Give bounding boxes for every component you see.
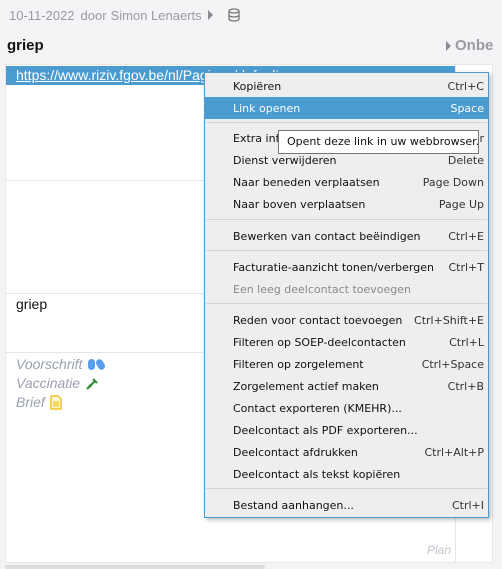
menu-item-label: Deelcontact als tekst kopiëren xyxy=(233,467,401,481)
menu-separator xyxy=(206,250,487,251)
menu-item-label: Reden voor contact toevoegen xyxy=(233,313,403,327)
menu-separator xyxy=(206,303,487,304)
menu-item-label: Kopiëren xyxy=(233,79,282,93)
menu-item-label: Contact exporteren (KMEHR)... xyxy=(233,401,402,415)
link-vaccinatie[interactable]: Vaccinatie xyxy=(16,374,105,393)
menu-item-label: Filteren op zorgelement xyxy=(233,357,364,371)
diagnosis-text[interactable]: griep xyxy=(16,296,47,312)
menu-item-label: Bewerken van contact beëindigen xyxy=(233,229,421,243)
expand-arrow-icon[interactable] xyxy=(207,10,213,20)
menu-item-shortcut: Ctrl+L xyxy=(449,335,484,349)
menu-item[interactable]: Naar beneden verplaatsen Page Down xyxy=(205,171,488,193)
menu-item-shortcut: Ctrl+C xyxy=(447,79,484,93)
menu-item[interactable]: Zorgelement actief maken Ctrl+B xyxy=(205,375,488,397)
menu-item[interactable]: Deelcontact afdrukken Ctrl+Alt+P xyxy=(205,441,488,463)
menu-item-label: Link openen xyxy=(233,101,301,115)
menu-item[interactable]: Naar boven verplaatsen Page Up xyxy=(205,193,488,215)
menu-item-shortcut: Space xyxy=(450,101,484,115)
menu-item-shortcut: Ctrl+Shift+E xyxy=(414,313,484,327)
tooltip: Opent deze link in uw webbrowser. xyxy=(278,130,479,154)
author[interactable]: Simon Lenaerts xyxy=(111,8,202,23)
menu-item-label: Deelcontact afdrukken xyxy=(233,445,358,459)
menu-item-label: Facturatie-aanzicht tonen/verbergen xyxy=(233,260,434,274)
contact-date: 10-11-2022 xyxy=(9,7,75,23)
menu-item-label: Een leeg deelcontact toevoegen xyxy=(233,282,412,296)
syringe-icon xyxy=(86,377,98,390)
plan-label: Plan xyxy=(427,543,452,557)
expand-arrow-icon xyxy=(446,40,451,51)
menu-item-shortcut: Ctrl+E xyxy=(448,229,484,243)
right-panel-header[interactable]: Onbe xyxy=(446,37,493,54)
menu-item-shortcut: Page Down xyxy=(422,175,484,189)
menu-item[interactable]: Facturatie-aanzicht tonen/verbergen Ctrl+… xyxy=(205,256,488,278)
menu-item[interactable]: Reden voor contact toevoegen Ctrl+Shift+E xyxy=(205,309,488,331)
menu-item[interactable]: Deelcontact als PDF exporteren... xyxy=(205,419,488,441)
menu-item[interactable]: Bestand aanhangen... Ctrl+I xyxy=(205,494,488,516)
menu-item-label: Naar beneden verplaatsen xyxy=(233,175,380,189)
menu-item-shortcut: Ctrl+I xyxy=(451,498,484,512)
horizontal-scrollbar[interactable] xyxy=(5,565,265,569)
menu-item-shortcut: Delete xyxy=(447,153,484,167)
link-brief[interactable]: Brief xyxy=(16,393,105,412)
menu-item-label: Deelcontact als PDF exporteren... xyxy=(233,423,418,437)
menu-item[interactable]: Deelcontact als tekst kopiëren xyxy=(205,463,488,485)
menu-item[interactable]: Filteren op zorgelement Ctrl+Space xyxy=(205,353,488,375)
database-icon[interactable] xyxy=(227,7,243,23)
menu-item[interactable]: Link openen Space xyxy=(205,97,488,119)
link-label: Voorschrift xyxy=(16,356,83,372)
link-label: Vaccinatie xyxy=(16,375,81,391)
menu-item-shortcut: Ctrl+Alt+P xyxy=(424,445,484,459)
menu-item-label: Bestand aanhangen... xyxy=(233,498,354,512)
menu-item[interactable]: Kopiëren Ctrl+C xyxy=(205,75,488,97)
link-voorschrift[interactable]: Voorschrift xyxy=(16,355,106,374)
menu-item-shortcut: Page Up xyxy=(438,197,484,211)
by-label: door xyxy=(80,7,107,23)
action-links: Voorschrift Vaccinatie Brief xyxy=(16,355,106,412)
menu-item[interactable]: Contact exporteren (KMEHR)... xyxy=(205,397,488,419)
menu-separator xyxy=(206,219,487,220)
menu-item-shortcut: Ctrl+B xyxy=(447,379,484,393)
contact-header: 10-11-2022 door Simon Lenaerts xyxy=(9,7,243,23)
menu-item[interactable]: Filteren op SOEP-deelcontacten Ctrl+L xyxy=(205,331,488,353)
menu-item-label: Zorgelement actief maken xyxy=(233,379,379,393)
contact-title: griep xyxy=(7,37,44,54)
menu-separator xyxy=(206,122,487,123)
pills-icon xyxy=(88,359,106,370)
menu-separator xyxy=(206,488,487,489)
menu-item-label: Filteren op SOEP-deelcontacten xyxy=(233,335,406,349)
link-label: Brief xyxy=(16,394,45,410)
menu-item-shortcut: Ctrl+Space xyxy=(421,357,484,371)
menu-item-shortcut: Ctrl+T xyxy=(448,260,484,274)
right-panel-title: Onbe xyxy=(455,37,494,54)
menu-item-label: Dienst verwijderen xyxy=(233,153,337,167)
document-icon xyxy=(50,395,62,410)
menu-item: Een leeg deelcontact toevoegen xyxy=(205,278,488,300)
menu-item-label: Naar boven verplaatsen xyxy=(233,197,366,211)
menu-item[interactable]: Bewerken van contact beëindigen Ctrl+E xyxy=(205,225,488,247)
